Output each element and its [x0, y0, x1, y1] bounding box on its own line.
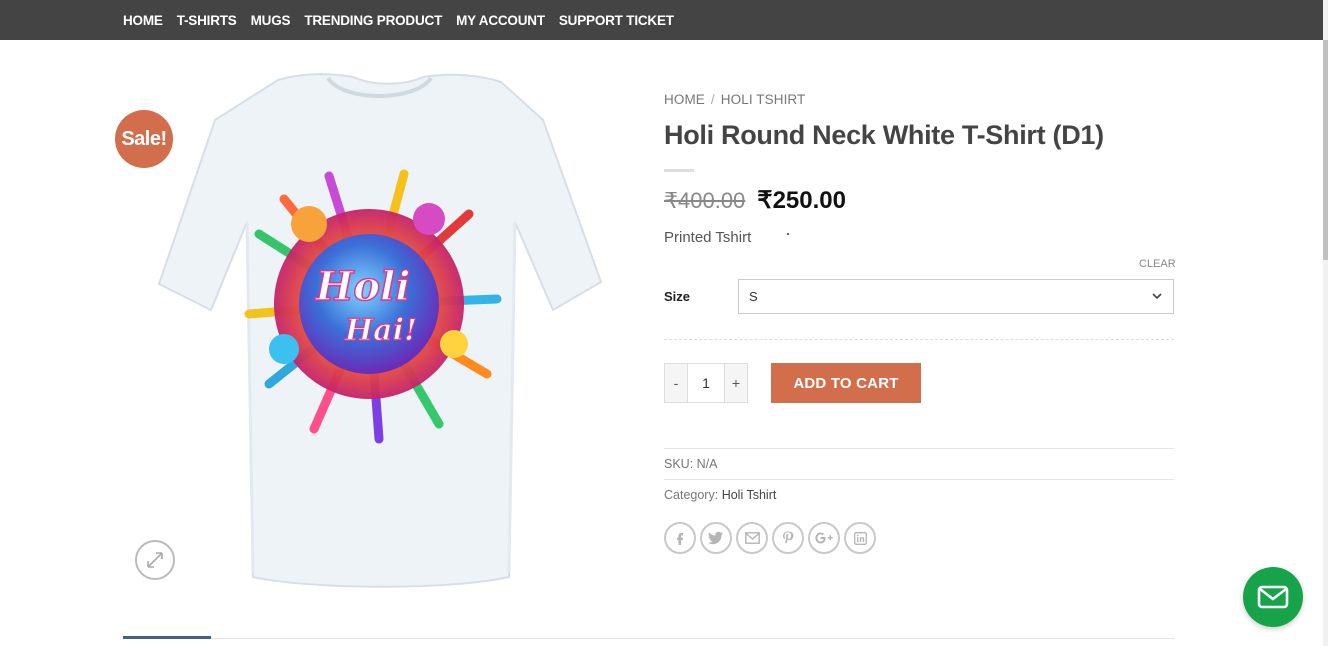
share-icons [664, 522, 876, 554]
google-plus-icon[interactable] [808, 522, 840, 554]
price-sale: ₹250.00 [757, 187, 846, 214]
size-select[interactable]: S [738, 279, 1174, 314]
product-tab-active-indicator[interactable] [123, 636, 211, 639]
price-row: ₹400.00 ₹250.00 [664, 186, 846, 215]
zoom-button[interactable] [135, 540, 175, 580]
product-image[interactable]: Holi Hai! [123, 72, 635, 594]
product-title: Holi Round Neck White T-Shirt (D1) [664, 120, 1104, 150]
meta-divider-middle [664, 479, 1174, 480]
clear-selection-link[interactable]: CLEAR [1139, 258, 1176, 270]
twitter-icon[interactable] [700, 522, 732, 554]
page-scrollbar[interactable] [1323, 0, 1328, 646]
nav-item-my-account[interactable]: MY ACCOUNT [456, 13, 545, 28]
category-meta: Category: Holi Tshirt [664, 488, 776, 502]
scrollbar-thumb[interactable] [1323, 40, 1328, 260]
nav-item-mugs[interactable]: MUGS [251, 13, 291, 28]
title-divider [664, 169, 694, 172]
top-navigation-bar: HOME T-SHIRTS MUGS TRENDING PRODUCT MY A… [0, 0, 1323, 40]
quantity-stepper: - 1 + [664, 363, 748, 403]
size-select-value: S [749, 289, 758, 304]
email-icon[interactable] [736, 522, 768, 554]
add-to-cart-button[interactable]: ADD TO CART [771, 363, 921, 403]
product-description: Printed Tshirt [664, 229, 752, 246]
breadcrumb: HOME / HOLI TSHIRT [664, 92, 805, 107]
main-nav: HOME T-SHIRTS MUGS TRENDING PRODUCT MY A… [123, 0, 688, 40]
linkedin-icon[interactable] [844, 522, 876, 554]
nav-item-t-shirts[interactable]: T-SHIRTS [177, 13, 237, 28]
quantity-plus-button[interactable]: + [725, 364, 747, 402]
quantity-input[interactable]: 1 [687, 364, 725, 402]
quantity-minus-button[interactable]: - [665, 364, 687, 402]
meta-divider-top [664, 448, 1174, 449]
nav-item-home[interactable]: HOME [123, 13, 163, 28]
nav-item-support-ticket[interactable]: SUPPORT TICKET [559, 13, 674, 28]
category-link[interactable]: Holi Tshirt [722, 488, 777, 502]
category-label: Category: [664, 488, 719, 502]
facebook-icon[interactable] [664, 522, 696, 554]
variation-divider [664, 339, 1174, 340]
nav-item-trending-product[interactable]: TRENDING PRODUCT [304, 13, 442, 28]
price-original: ₹400.00 [664, 188, 746, 213]
print-text-line2: Hai! [344, 313, 417, 348]
print-text-line1: Holi [315, 263, 411, 310]
breadcrumb-home[interactable]: HOME [664, 92, 705, 107]
sku-value: N/A [696, 457, 718, 471]
description-dot [787, 233, 789, 235]
sku-label: SKU: [664, 457, 694, 471]
size-label: Size [664, 289, 691, 304]
breadcrumb-holi-tshirt[interactable]: HOLI TSHIRT [721, 92, 806, 107]
chevron-down-icon [1152, 293, 1162, 300]
sku-meta: SKU: N/A [664, 457, 718, 471]
message-chat-button[interactable] [1243, 567, 1303, 627]
breadcrumb-separator: / [710, 92, 715, 107]
expand-icon [147, 552, 163, 568]
tshirt-image: Holi Hai! [157, 73, 603, 588]
sale-badge: Sale! [115, 110, 173, 168]
message-icon [1257, 585, 1289, 609]
product-tabs-divider [123, 638, 1174, 639]
pinterest-icon[interactable] [772, 522, 804, 554]
